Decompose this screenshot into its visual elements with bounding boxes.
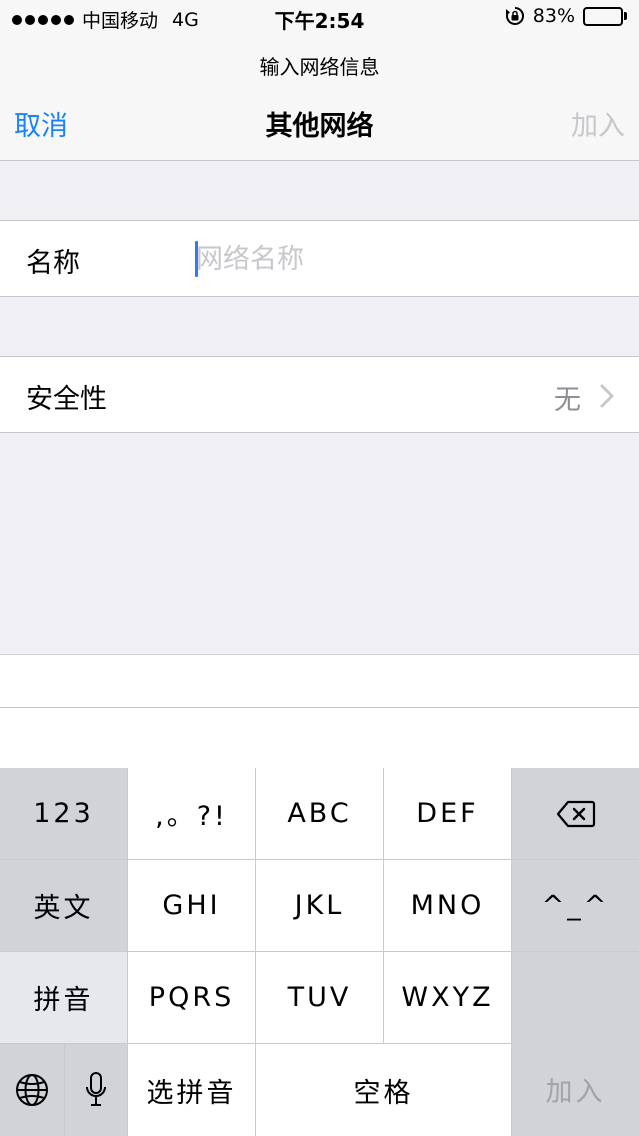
battery-icon [583,6,627,26]
network-name-input[interactable] [196,235,616,283]
delete-icon [556,800,595,827]
security-label: 安全性 [26,384,107,415]
keyboard: 123 ,。?! ABC DEF 英文 GHI JKL MNO ^_^ 拼音 P… [0,768,639,1136]
battery-percent: 83% [532,5,575,27]
key-emoticon[interactable]: ^_^ [512,860,639,952]
key-jkl[interactable]: JKL [256,860,384,952]
security-cell[interactable]: 安全性 无 [0,356,639,433]
key-ghi[interactable]: GHI [128,860,256,952]
cancel-button[interactable]: 取消 [14,104,68,143]
page-title: 其他网络 [265,111,374,142]
header-prompt: 输入网络信息 [259,55,380,79]
space-key[interactable]: 空格 [256,1044,512,1136]
microphone-key[interactable] [65,1044,128,1136]
key-mno[interactable]: MNO [384,860,512,952]
keyboard-top-strip [0,708,639,768]
key-select-pinyin[interactable]: 选拼音 [128,1044,256,1136]
key-punctuation[interactable]: ,。?! [128,768,256,860]
key-pinyin[interactable]: 拼音 [0,952,128,1044]
key-join[interactable]: 加入 [512,952,639,1136]
key-abc[interactable]: ABC [256,768,384,860]
network-name-cell[interactable]: 名称 [0,220,639,297]
text-cursor [195,241,198,277]
key-123[interactable]: 123 [0,768,128,860]
rotation-lock-icon [505,7,524,25]
navigation-header: 中国移动 4G 下午2:54 83% 输入网络信息 取消 其他网络 加入 [0,0,639,161]
key-wxyz[interactable]: WXYZ [384,952,512,1044]
chevron-right-icon [600,384,614,408]
key-pqrs[interactable]: PQRS [128,952,256,1044]
key-english[interactable]: 英文 [0,860,128,952]
join-button[interactable]: 加入 [571,104,625,143]
key-join-label: 加入 [545,1076,606,1108]
status-bar: 中国移动 4G 下午2:54 83% [0,0,639,36]
microphone-icon [86,1072,106,1106]
key-def[interactable]: DEF [384,768,512,860]
delete-key[interactable] [512,768,639,860]
key-tuv[interactable]: TUV [256,952,384,1044]
network-name-label: 名称 [26,248,80,279]
security-value: 无 [554,385,581,416]
globe-key[interactable] [0,1044,65,1136]
candidate-bar [0,654,639,708]
globe-icon [16,1074,48,1106]
